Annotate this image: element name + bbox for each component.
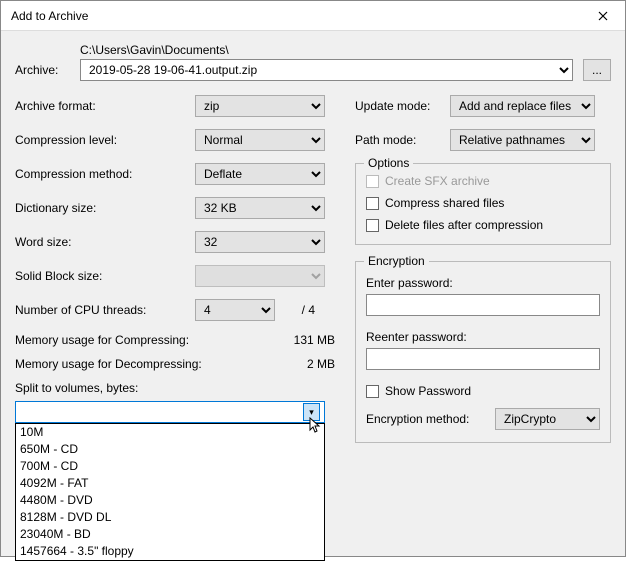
- compression-method-select[interactable]: Deflate: [195, 163, 325, 185]
- create-sfx-label: Create SFX archive: [385, 174, 490, 188]
- archive-label: Archive:: [15, 63, 70, 81]
- right-column: Update mode: Add and replace files Path …: [355, 95, 611, 443]
- create-sfx-checkbox: [366, 175, 379, 188]
- options-legend: Options: [364, 156, 413, 170]
- delete-after-label: Delete files after compression: [385, 218, 543, 232]
- split-option[interactable]: 23040M - BD: [16, 526, 324, 543]
- dictionary-size-select[interactable]: 32 KB: [195, 197, 325, 219]
- compression-level-select[interactable]: Normal: [195, 129, 325, 151]
- word-size-label: Word size:: [15, 235, 195, 249]
- enter-password-label: Enter password:: [366, 276, 600, 290]
- compress-shared-checkbox[interactable]: [366, 197, 379, 210]
- options-group: Options Create SFX archive Compress shar…: [355, 163, 611, 245]
- cpu-threads-max: / 4: [275, 303, 315, 317]
- chevron-down-icon[interactable]: ▾: [303, 403, 320, 421]
- split-option[interactable]: 4092M - FAT: [16, 475, 324, 492]
- cpu-threads-select[interactable]: 4: [195, 299, 275, 321]
- split-option[interactable]: 8128M - DVD DL: [16, 509, 324, 526]
- split-option[interactable]: 1457664 - 3.5" floppy: [16, 543, 324, 560]
- memory-decompress-value: 2 MB: [307, 357, 335, 371]
- encryption-group: Encryption Enter password: Reenter passw…: [355, 261, 611, 443]
- encryption-method-select[interactable]: ZipCrypto: [495, 408, 600, 430]
- browse-button[interactable]: ...: [583, 59, 611, 81]
- word-size-select[interactable]: 32: [195, 231, 325, 253]
- archive-row: Archive: C:\Users\Gavin\Documents\ 2019-…: [15, 43, 611, 81]
- show-password-label: Show Password: [385, 384, 471, 398]
- enter-password-input[interactable]: [366, 294, 600, 316]
- memory-decompress-label: Memory usage for Decompressing:: [15, 357, 202, 371]
- close-button[interactable]: [580, 1, 625, 31]
- update-mode-label: Update mode:: [355, 99, 450, 113]
- archive-filename-combo[interactable]: 2019-05-28 19-06-41.output.zip: [80, 59, 573, 81]
- solid-block-size-label: Solid Block size:: [15, 269, 195, 283]
- delete-after-checkbox[interactable]: [366, 219, 379, 232]
- show-password-checkbox[interactable]: [366, 385, 379, 398]
- split-option[interactable]: 10M: [16, 424, 324, 441]
- encryption-legend: Encryption: [364, 254, 429, 268]
- split-volumes-label: Split to volumes, bytes:: [15, 381, 335, 395]
- window-title: Add to Archive: [11, 9, 580, 23]
- split-volumes-combo[interactable]: ▾: [15, 401, 325, 423]
- dictionary-size-label: Dictionary size:: [15, 201, 195, 215]
- titlebar: Add to Archive: [1, 1, 625, 31]
- memory-compress-value: 131 MB: [294, 333, 335, 347]
- compression-level-label: Compression level:: [15, 133, 195, 147]
- dialog-content: Archive: C:\Users\Gavin\Documents\ 2019-…: [1, 31, 625, 556]
- reenter-password-input[interactable]: [366, 348, 600, 370]
- memory-compress-label: Memory usage for Compressing:: [15, 333, 189, 347]
- path-mode-select[interactable]: Relative pathnames: [450, 129, 595, 151]
- split-option[interactable]: 650M - CD: [16, 441, 324, 458]
- browse-label: ...: [592, 63, 602, 77]
- split-volumes-dropdown[interactable]: 10M 650M - CD 700M - CD 4092M - FAT 4480…: [15, 423, 325, 561]
- split-option[interactable]: 700M - CD: [16, 458, 324, 475]
- archive-path-text: C:\Users\Gavin\Documents\: [80, 43, 573, 57]
- left-column: Archive format: zip Compression level: N…: [15, 95, 335, 443]
- reenter-password-label: Reenter password:: [366, 330, 600, 344]
- compress-shared-label: Compress shared files: [385, 196, 504, 210]
- cpu-threads-label: Number of CPU threads:: [15, 303, 195, 317]
- encryption-method-label: Encryption method:: [366, 412, 483, 426]
- solid-block-size-select: [195, 265, 325, 287]
- archive-format-select[interactable]: zip: [195, 95, 325, 117]
- archive-format-label: Archive format:: [15, 99, 195, 113]
- path-mode-label: Path mode:: [355, 133, 450, 147]
- update-mode-select[interactable]: Add and replace files: [450, 95, 595, 117]
- compression-method-label: Compression method:: [15, 167, 195, 181]
- split-option[interactable]: 4480M - DVD: [16, 492, 324, 509]
